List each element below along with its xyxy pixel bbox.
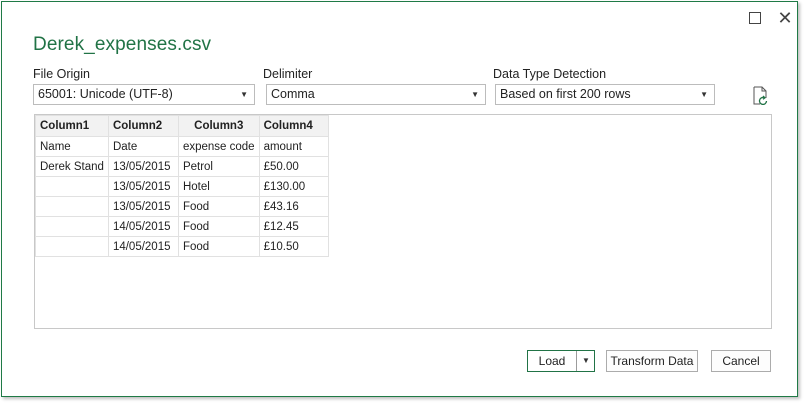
table-cell: £12.45 xyxy=(258,216,329,237)
table-cell xyxy=(35,216,109,237)
import-dialog: Derek_expenses.csv ✕ File Origin 65001: … xyxy=(1,1,798,397)
close-icon[interactable]: ✕ xyxy=(777,9,793,27)
cancel-button[interactable]: Cancel xyxy=(711,350,771,372)
column-header: Column3 xyxy=(177,115,260,137)
data-type-detection-label: Data Type Detection xyxy=(493,67,607,81)
table-cell: £10.50 xyxy=(258,236,329,257)
file-origin-label: File Origin xyxy=(33,67,90,81)
data-type-detection-select[interactable]: Based on first 200 rows ▼ xyxy=(495,84,715,105)
preview-table: Column1 Column2 Column3 Column4 Name Dat… xyxy=(35,115,329,257)
transform-data-button[interactable]: Transform Data xyxy=(606,350,698,372)
table-cell: £43.16 xyxy=(258,196,329,217)
table-cell: Derek Stand xyxy=(35,156,109,177)
chevron-down-icon: ▼ xyxy=(240,90,248,99)
table-cell: Petrol xyxy=(177,156,260,177)
table-cell: 13/05/2015 xyxy=(107,176,179,197)
table-cell: £50.00 xyxy=(258,156,329,177)
table-cell: Food xyxy=(177,216,260,237)
delimiter-label: Delimiter xyxy=(263,67,313,81)
load-dropdown-button[interactable]: ▼ xyxy=(576,351,595,371)
table-cell: Hotel xyxy=(177,176,260,197)
maximize-icon[interactable] xyxy=(747,10,763,26)
chevron-down-icon: ▼ xyxy=(471,90,479,99)
table-cell: Name xyxy=(35,136,109,157)
table-row: 13/05/2015 Food £43.16 xyxy=(35,196,329,217)
table-cell: 13/05/2015 xyxy=(107,196,179,217)
table-cell: 13/05/2015 xyxy=(107,156,179,177)
table-row: 13/05/2015 Hotel £130.00 xyxy=(35,176,329,197)
chevron-down-icon: ▼ xyxy=(582,356,590,365)
data-preview[interactable]: Column1 Column2 Column3 Column4 Name Dat… xyxy=(34,114,772,329)
table-cell xyxy=(35,236,109,257)
column-header: Column2 xyxy=(107,115,179,137)
data-type-detection-value: Based on first 200 rows xyxy=(500,87,631,101)
table-cell: expense code xyxy=(177,136,260,157)
table-cell xyxy=(35,176,109,197)
dialog-title: Derek_expenses.csv xyxy=(33,34,212,55)
table-row: Derek Stand 13/05/2015 Petrol £50.00 xyxy=(35,156,329,177)
table-cell: 14/05/2015 xyxy=(107,236,179,257)
table-row: 14/05/2015 Food £12.45 xyxy=(35,216,329,237)
load-button[interactable]: Load xyxy=(528,351,576,371)
refresh-document-icon[interactable] xyxy=(752,86,768,105)
table-cell: Food xyxy=(177,236,260,257)
column-header: Column1 xyxy=(35,115,109,137)
header-row: Column1 Column2 Column3 Column4 xyxy=(35,115,329,137)
table-row: 14/05/2015 Food £10.50 xyxy=(35,236,329,257)
file-origin-value: 65001: Unicode (UTF-8) xyxy=(38,87,173,101)
delimiter-select[interactable]: Comma ▼ xyxy=(266,84,486,105)
table-cell: 14/05/2015 xyxy=(107,216,179,237)
chevron-down-icon: ▼ xyxy=(700,90,708,99)
table-row: Name Date expense code amount xyxy=(35,136,329,157)
table-cell: amount xyxy=(258,136,329,157)
table-cell xyxy=(35,196,109,217)
table-cell: Date xyxy=(107,136,179,157)
delimiter-value: Comma xyxy=(271,87,315,101)
file-origin-select[interactable]: 65001: Unicode (UTF-8) ▼ xyxy=(33,84,255,105)
table-cell: £130.00 xyxy=(258,176,329,197)
load-split-button: Load ▼ xyxy=(527,350,595,372)
table-cell: Food xyxy=(177,196,260,217)
column-header: Column4 xyxy=(258,115,329,137)
